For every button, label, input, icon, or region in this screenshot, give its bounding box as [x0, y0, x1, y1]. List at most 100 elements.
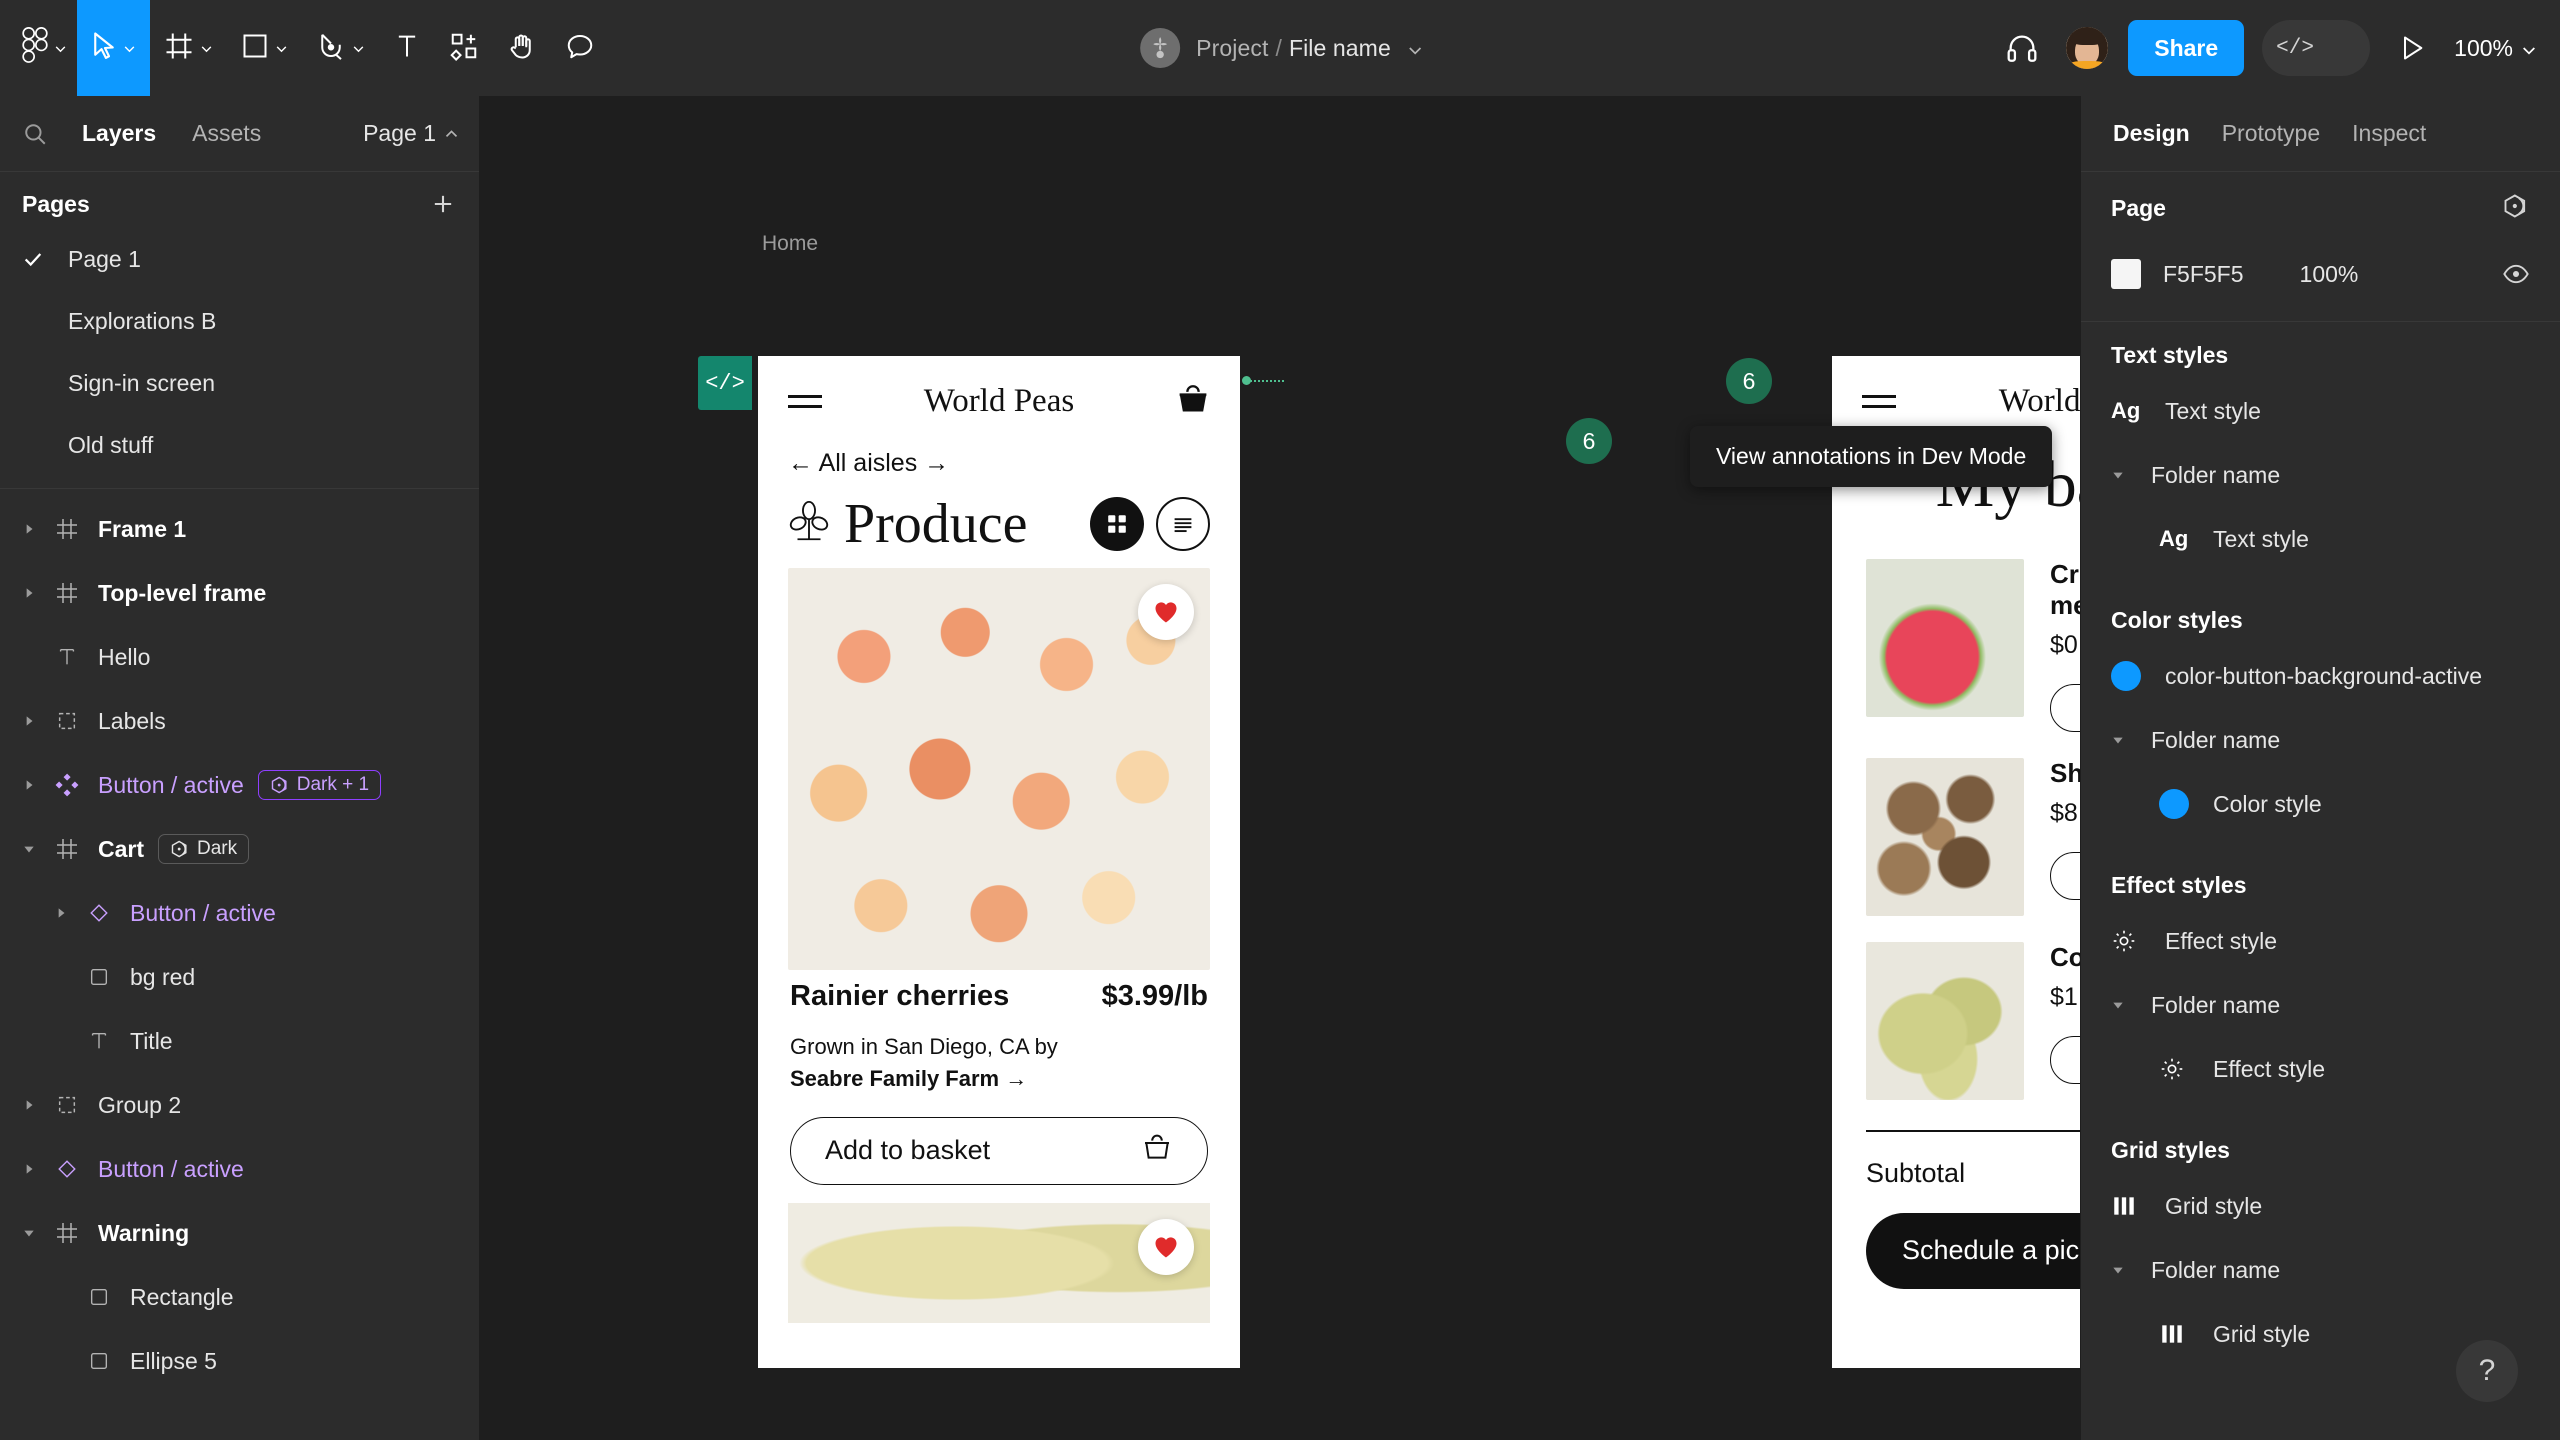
zoom-control[interactable]: 100% [2454, 35, 2538, 62]
tab-layers[interactable]: Layers [64, 120, 174, 147]
frame-label-home[interactable]: Home [762, 232, 818, 256]
caret-down-icon[interactable] [2111, 1263, 2145, 1277]
caret-right-icon[interactable] [12, 522, 46, 536]
layer-row[interactable]: Group 2 [0, 1073, 479, 1137]
tab-design[interactable]: Design [2107, 120, 2204, 147]
variant-badge[interactable]: Dark [158, 834, 250, 864]
tab-inspect[interactable]: Inspect [2338, 120, 2440, 147]
annotation-badge-6[interactable]: 6 [1726, 358, 1772, 404]
frame-tool-button[interactable] [150, 0, 227, 96]
annotation-badge-6-inner[interactable]: 6 [1566, 418, 1612, 464]
style-item-row[interactable]: Ag Text style [2111, 379, 2530, 443]
help-button[interactable]: ? [2456, 1340, 2518, 1402]
add-page-button[interactable] [429, 190, 457, 218]
menu-hamburger-icon[interactable] [1862, 388, 1896, 415]
page-item-old-stuff[interactable]: Old stuff [0, 414, 479, 476]
frame-produce-screen[interactable]: World Peas ← All aisles → Produce Rainie… [758, 356, 1240, 1368]
layer-row[interactable]: Button / active [0, 1137, 479, 1201]
style-item-row[interactable]: Ag Text style [2111, 507, 2530, 571]
grid-view-button[interactable] [1090, 497, 1144, 551]
style-item-row[interactable]: color-button-background-active [2111, 644, 2530, 708]
menu-hamburger-icon[interactable] [788, 388, 822, 415]
style-item-row[interactable]: Grid style [2111, 1174, 2530, 1238]
text-icon [46, 646, 88, 668]
layer-row[interactable]: Rectangle [0, 1265, 479, 1329]
project-name[interactable]: Project [1196, 35, 1268, 61]
add-to-basket-button[interactable]: Add to basket [790, 1116, 1208, 1185]
breadcrumb[interactable]: Project / File name [1196, 35, 1391, 62]
style-folder-row[interactable]: Folder name [2111, 443, 2530, 507]
layer-row[interactable]: Top-level frame [0, 561, 479, 625]
layer-row[interactable]: Button / active [0, 881, 479, 945]
tab-assets[interactable]: Assets [174, 120, 279, 147]
quantity-value[interactable]: 1 [2050, 1036, 2080, 1084]
quantity-value[interactable]: 1 [2050, 852, 2080, 900]
figma-menu-button[interactable] [0, 0, 77, 96]
all-aisles-nav[interactable]: ← All aisles → [758, 431, 1240, 484]
layer-row[interactable]: Warning [0, 1201, 479, 1265]
file-name[interactable]: File name [1289, 35, 1391, 61]
page-color-opacity[interactable]: 100% [2300, 261, 2359, 288]
layer-row[interactable]: Hello [0, 625, 479, 689]
user-avatar[interactable] [2064, 25, 2111, 71]
caret-down-icon[interactable] [2111, 468, 2145, 482]
list-view-button[interactable] [1156, 497, 1210, 551]
text-tool-button[interactable] [379, 0, 435, 96]
caret-down-icon[interactable] [2111, 998, 2145, 1012]
favorite-heart-button[interactable] [1138, 1218, 1194, 1275]
layer-row[interactable]: Cart Dark [0, 817, 479, 881]
dev-mode-badge[interactable]: </> [698, 356, 752, 410]
farm-link[interactable]: Seabre Family Farm → [790, 1066, 1027, 1091]
page-color-swatch[interactable] [2111, 259, 2141, 289]
caret-down-icon[interactable] [12, 1226, 46, 1240]
pen-tool-button[interactable] [302, 0, 379, 96]
tab-prototype[interactable]: Prototype [2208, 120, 2334, 147]
canvas-viewport[interactable]: Home </> World Peas ← All aisles → Produ… [480, 96, 2080, 1440]
visibility-eye-icon[interactable] [2502, 260, 2530, 288]
page-selector[interactable]: Page 1 [363, 120, 458, 147]
page-background-row[interactable]: F5F5F5 100% [2111, 243, 2530, 305]
layer-row[interactable]: Button / active Dark + 1 [0, 753, 479, 817]
caret-right-icon[interactable] [12, 586, 46, 600]
share-button[interactable]: Share [2128, 20, 2245, 76]
shape-tool-button[interactable] [227, 0, 302, 96]
hand-tool-button[interactable] [493, 0, 551, 96]
variant-badge[interactable]: Dark + 1 [257, 770, 382, 800]
layer-row[interactable]: Labels [0, 689, 479, 753]
audio-headphones-button[interactable] [1998, 24, 2046, 72]
search-icon[interactable] [22, 121, 64, 147]
caret-right-icon[interactable] [12, 714, 46, 728]
caret-down-icon[interactable] [2111, 733, 2145, 747]
style-folder-row[interactable]: Folder name [2111, 708, 2530, 772]
style-item-row[interactable]: Effect style [2111, 909, 2530, 973]
present-play-button[interactable] [2388, 24, 2436, 72]
move-tool-button[interactable] [77, 0, 150, 96]
quantity-value[interactable]: 2 [2050, 684, 2080, 732]
basket-icon[interactable] [1176, 382, 1210, 421]
page-color-hex[interactable]: F5F5F5 [2163, 261, 2244, 288]
page-item-page-1[interactable]: Page 1 [0, 228, 479, 290]
style-folder-row[interactable]: Folder name [2111, 1238, 2530, 1302]
layer-row[interactable]: Frame 1 [0, 497, 479, 561]
comment-tool-button[interactable] [551, 0, 609, 96]
page-item-explorations-b[interactable]: Explorations B [0, 290, 479, 352]
style-item-row[interactable]: Color style [2111, 772, 2530, 836]
favorite-heart-button[interactable] [1138, 584, 1194, 640]
caret-right-icon[interactable] [44, 906, 78, 920]
style-item-row[interactable]: Effect style [2111, 1037, 2530, 1101]
dev-mode-toggle[interactable]: </> [2262, 20, 2371, 76]
variables-icon[interactable] [2502, 192, 2530, 225]
caret-right-icon[interactable] [12, 1162, 46, 1176]
actions-tool-button[interactable] [435, 0, 493, 96]
layer-row[interactable]: Ellipse 5 [0, 1329, 479, 1393]
layer-row[interactable]: bg red [0, 945, 479, 1009]
layer-row[interactable]: Title [0, 1009, 479, 1073]
schedule-pickup-button[interactable]: Schedule a pick-up [1866, 1212, 2080, 1289]
page-item-sign-in-screen[interactable]: Sign-in screen [0, 352, 479, 414]
file-menu-chevron-down-icon[interactable] [1407, 42, 1421, 55]
caret-right-icon[interactable] [12, 1098, 46, 1112]
caret-down-icon[interactable] [12, 842, 46, 856]
style-folder-row[interactable]: Folder name [2111, 973, 2530, 1037]
caret-right-icon[interactable] [12, 778, 46, 792]
frame-basket-screen[interactable]: World Peas My basket Crimson Sweet melon… [1832, 356, 2080, 1368]
